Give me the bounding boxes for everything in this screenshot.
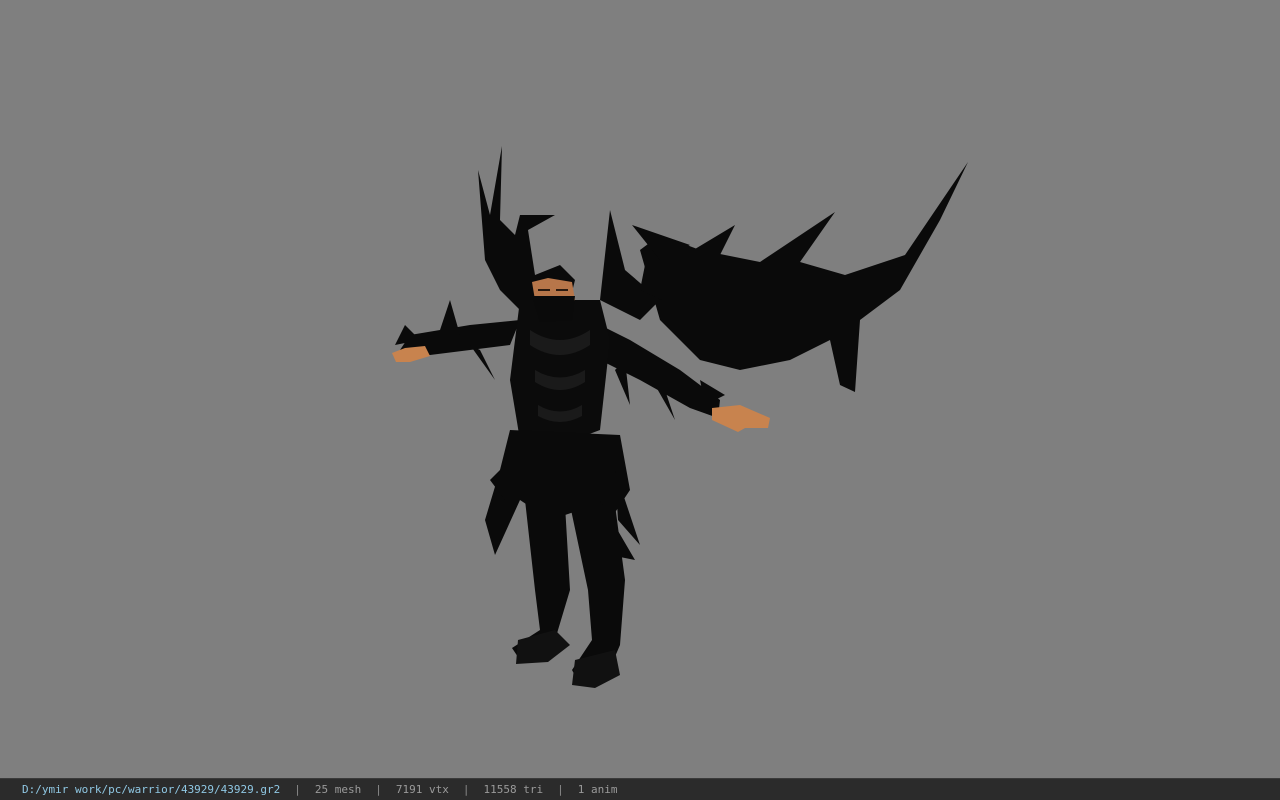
- 3d-viewport[interactable]: [0, 0, 1280, 778]
- right-hand: [712, 405, 770, 432]
- status-bar: D:/ymir work/pc/warrior/43929/43929.gr2 …: [0, 778, 1280, 800]
- status-separator: |: [557, 783, 564, 796]
- right-wing-shape: [640, 162, 968, 392]
- status-mesh-count: 25 mesh: [314, 783, 362, 796]
- status-separator: |: [462, 783, 470, 796]
- character-model: [392, 146, 968, 688]
- status-animation-count: 1 anim: [577, 783, 618, 796]
- status-file-path: D:/ymir work/pc/warrior/43929/43929.gr2: [22, 783, 281, 796]
- status-separator: |: [294, 783, 301, 796]
- status-triangle-count: 11558 tri: [483, 783, 544, 796]
- torso: [510, 300, 610, 445]
- left-hand: [392, 346, 430, 362]
- status-separator: |: [375, 783, 382, 796]
- status-vertex-count: 7191 vtx: [395, 783, 449, 796]
